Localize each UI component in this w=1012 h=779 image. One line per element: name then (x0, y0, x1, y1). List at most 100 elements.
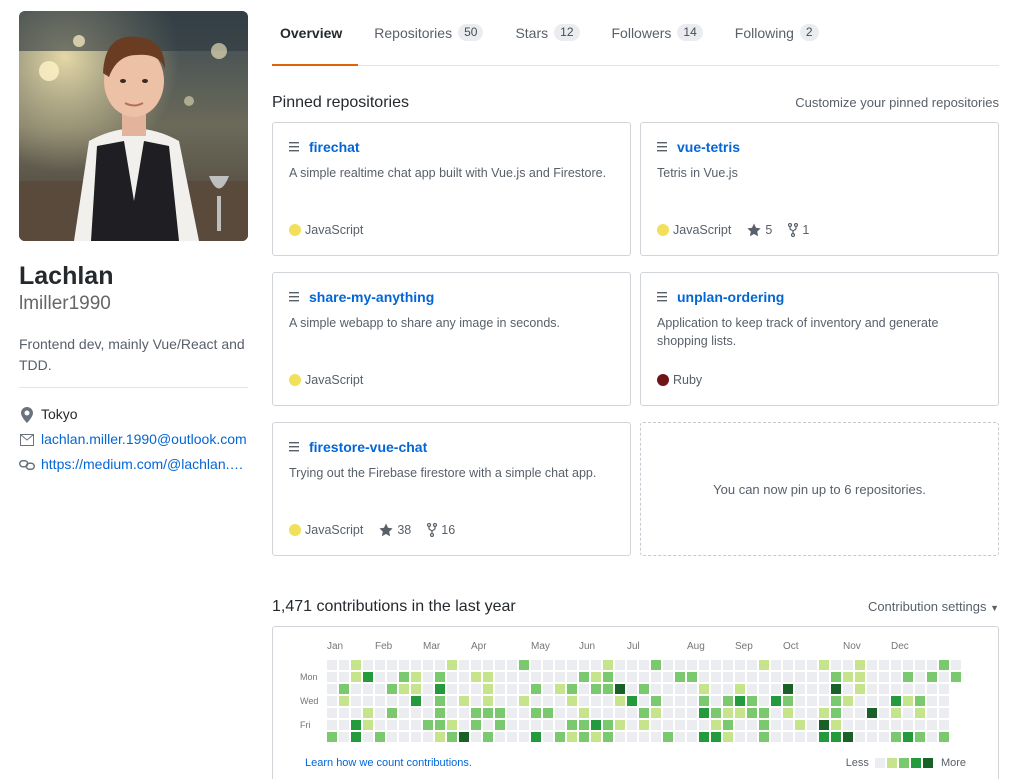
contribution-day[interactable] (519, 672, 529, 682)
contribution-day[interactable] (471, 720, 481, 730)
contribution-day[interactable] (327, 660, 337, 670)
contribution-day[interactable] (639, 684, 649, 694)
repo-name-link[interactable]: share-my-anything (289, 289, 614, 305)
contribution-day[interactable] (927, 696, 937, 706)
contribution-day[interactable] (759, 720, 769, 730)
contribution-day[interactable] (411, 732, 421, 742)
contribution-day[interactable] (507, 672, 517, 682)
contribution-day[interactable] (411, 720, 421, 730)
contribution-day[interactable] (459, 732, 469, 742)
tab-followers[interactable]: Followers 14 (604, 0, 719, 65)
contribution-day[interactable] (891, 696, 901, 706)
contribution-day[interactable] (459, 684, 469, 694)
contribution-day[interactable] (375, 660, 385, 670)
contribution-day[interactable] (471, 660, 481, 670)
learn-contributions-link[interactable]: Learn how we count contributions. (305, 757, 472, 769)
contribution-day[interactable] (747, 696, 757, 706)
contribution-day[interactable] (627, 720, 637, 730)
contribution-day[interactable] (795, 672, 805, 682)
contribution-day[interactable] (759, 732, 769, 742)
contribution-day[interactable] (459, 708, 469, 718)
contribution-day[interactable] (555, 720, 565, 730)
contribution-day[interactable] (675, 708, 685, 718)
contribution-day[interactable] (843, 732, 853, 742)
contribution-day[interactable] (411, 660, 421, 670)
contribution-day[interactable] (843, 684, 853, 694)
contribution-day[interactable] (627, 684, 637, 694)
contribution-day[interactable] (591, 720, 601, 730)
contribution-day[interactable] (915, 720, 925, 730)
contribution-day[interactable] (783, 708, 793, 718)
contribution-day[interactable] (687, 720, 697, 730)
contribution-day[interactable] (759, 660, 769, 670)
contribution-day[interactable] (639, 660, 649, 670)
contribution-day[interactable] (591, 708, 601, 718)
contribution-day[interactable] (807, 684, 817, 694)
contribution-day[interactable] (663, 696, 673, 706)
contribution-day[interactable] (399, 684, 409, 694)
contribution-day[interactable] (627, 696, 637, 706)
contribution-day[interactable] (903, 696, 913, 706)
avatar[interactable] (19, 11, 248, 241)
contribution-day[interactable] (663, 732, 673, 742)
contribution-day[interactable] (891, 708, 901, 718)
contribution-day[interactable] (831, 732, 841, 742)
contribution-day[interactable] (651, 672, 661, 682)
contribution-day[interactable] (675, 732, 685, 742)
contribution-day[interactable] (471, 708, 481, 718)
contribution-day[interactable] (507, 708, 517, 718)
contribution-day[interactable] (351, 696, 361, 706)
contribution-day[interactable] (723, 732, 733, 742)
contribution-day[interactable] (903, 720, 913, 730)
contribution-day[interactable] (747, 732, 757, 742)
contribution-day[interactable] (363, 732, 373, 742)
contribution-day[interactable] (615, 672, 625, 682)
contribution-day[interactable] (567, 660, 577, 670)
contribution-day[interactable] (615, 660, 625, 670)
contribution-day[interactable] (543, 684, 553, 694)
contribution-day[interactable] (675, 672, 685, 682)
contribution-day[interactable] (483, 708, 493, 718)
contribution-day[interactable] (771, 720, 781, 730)
contribution-day[interactable] (819, 696, 829, 706)
contribution-day[interactable] (879, 672, 889, 682)
contribution-day[interactable] (759, 708, 769, 718)
contribution-day[interactable] (327, 720, 337, 730)
contribution-day[interactable] (927, 684, 937, 694)
contribution-day[interactable] (903, 672, 913, 682)
contribution-day[interactable] (627, 732, 637, 742)
contribution-day[interactable] (591, 660, 601, 670)
contribution-day[interactable] (423, 660, 433, 670)
contribution-day[interactable] (471, 732, 481, 742)
contribution-day[interactable] (363, 672, 373, 682)
repo-stars-link[interactable]: 38 (379, 523, 411, 537)
contribution-day[interactable] (555, 684, 565, 694)
contribution-day[interactable] (867, 696, 877, 706)
contribution-day[interactable] (927, 672, 937, 682)
contribution-day[interactable] (639, 672, 649, 682)
contribution-day[interactable] (339, 672, 349, 682)
contribution-day[interactable] (735, 732, 745, 742)
contribution-day[interactable] (699, 708, 709, 718)
contribution-day[interactable] (807, 696, 817, 706)
contribution-day[interactable] (483, 660, 493, 670)
contribution-day[interactable] (783, 732, 793, 742)
contribution-day[interactable] (855, 732, 865, 742)
contribution-day[interactable] (411, 672, 421, 682)
contribution-day[interactable] (843, 720, 853, 730)
contribution-day[interactable] (735, 672, 745, 682)
contribution-day[interactable] (507, 684, 517, 694)
contribution-day[interactable] (567, 672, 577, 682)
contribution-day[interactable] (951, 672, 961, 682)
contribution-day[interactable] (735, 720, 745, 730)
contribution-day[interactable] (567, 720, 577, 730)
contribution-day[interactable] (543, 732, 553, 742)
contribution-day[interactable] (423, 732, 433, 742)
contribution-day[interactable] (447, 720, 457, 730)
contribution-day[interactable] (483, 720, 493, 730)
contribution-day[interactable] (567, 696, 577, 706)
contribution-day[interactable] (507, 660, 517, 670)
contribution-day[interactable] (567, 708, 577, 718)
contribution-day[interactable] (471, 672, 481, 682)
contribution-day[interactable] (867, 660, 877, 670)
